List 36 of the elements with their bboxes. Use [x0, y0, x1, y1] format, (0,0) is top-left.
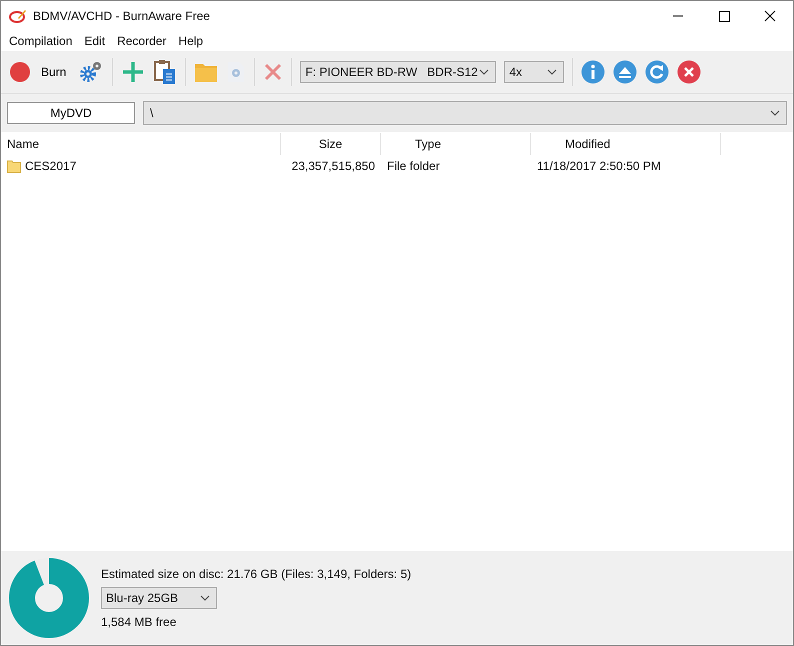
table-cell: CES2017 — [25, 159, 76, 173]
menu-item[interactable]: Recorder — [111, 34, 172, 48]
refresh-icon[interactable] — [645, 60, 670, 84]
column-header[interactable]: Size — [281, 133, 381, 155]
folder-icon — [7, 160, 21, 172]
drive-dropdown[interactable]: F: PIONEER BD-RW BDR-S12 — [300, 61, 496, 83]
path-dropdown[interactable]: \ — [143, 101, 787, 125]
add-icon[interactable] — [121, 60, 146, 84]
delete-icon[interactable] — [263, 62, 284, 82]
menu-item[interactable]: Help — [172, 34, 210, 48]
disc-label-field[interactable]: MyDVD — [7, 102, 135, 124]
size-estimate: Estimated size on disc: 21.76 GB (Files: 3,149, Folders: 5) — [101, 567, 412, 581]
eject-icon[interactable] — [613, 60, 638, 84]
table-cell-text: 23,357,515,850 — [290, 159, 376, 173]
folder-icon[interactable] — [194, 61, 218, 83]
chevron-icon — [547, 69, 558, 75]
window-title: BDMV/AVCHD - BurnAware Free — [33, 9, 211, 23]
paste-icon[interactable] — [153, 59, 178, 85]
column-header[interactable]: Name — [1, 133, 281, 155]
speed-dropdown[interactable]: 4x — [504, 61, 564, 83]
table-cell-text: 11/18/2017 2:50:50 PM — [536, 159, 662, 173]
chevron-icon — [479, 69, 490, 75]
record-icon — [9, 61, 31, 83]
app-icon — [9, 9, 27, 23]
menu-item[interactable]: Edit — [78, 34, 112, 48]
burn-button[interactable]: Burn — [9, 61, 70, 83]
cancel-icon[interactable] — [677, 60, 702, 84]
column-header[interactable]: Modified — [531, 133, 721, 155]
disc-type-dropdown[interactable]: Blu-ray 25GB — [101, 587, 217, 609]
table-cell-text: File folder — [386, 159, 441, 173]
chevron-icon — [770, 110, 780, 116]
column-header[interactable]: Type — [381, 133, 531, 155]
chevron-icon — [200, 595, 210, 601]
menu-item[interactable]: Compilation — [3, 34, 78, 48]
info-icon[interactable] — [581, 60, 606, 84]
free-space: 1,584 MB free — [101, 615, 178, 629]
